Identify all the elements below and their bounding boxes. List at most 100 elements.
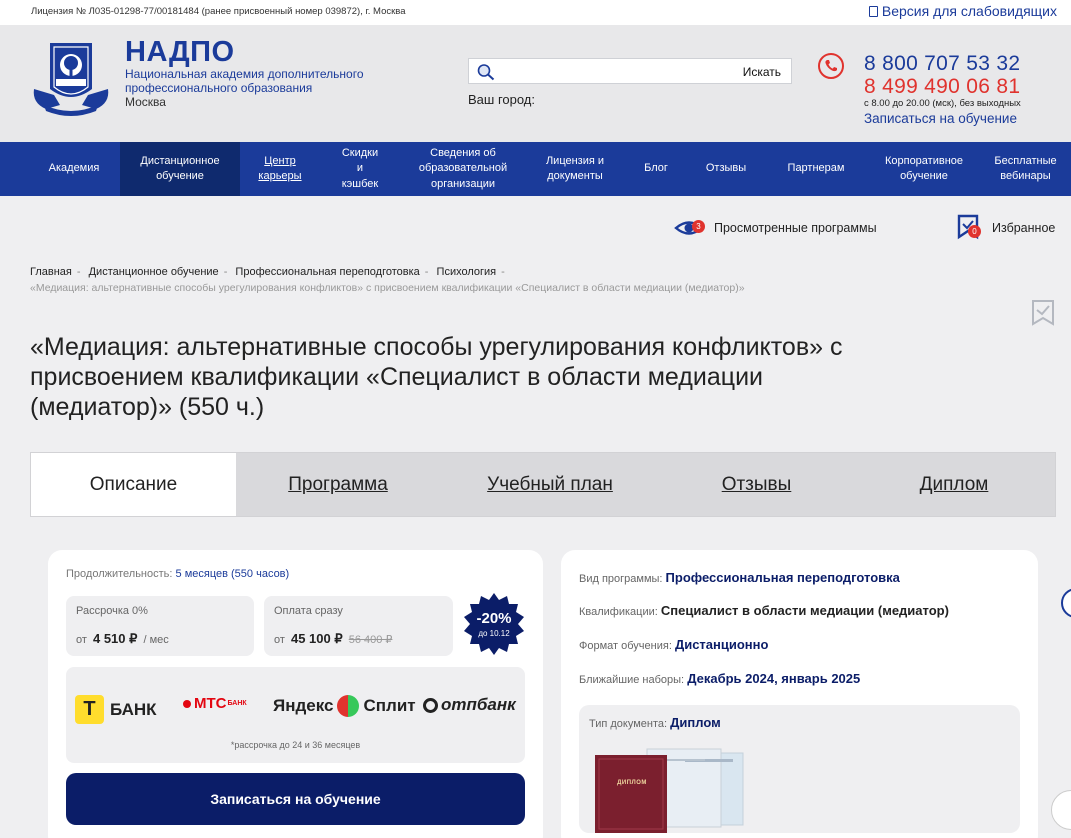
nav-item-blog[interactable]: Блог [624, 142, 688, 196]
duration-label: Продолжительность: [66, 568, 173, 580]
eye-icon: 3 [674, 217, 706, 239]
otp-bank-logo: отпбанк [423, 695, 516, 715]
installment-box[interactable]: Рассрочка 0% от 4 510 ₽ / мес [66, 596, 254, 656]
document-type: Тип документа: Диплом [589, 715, 721, 730]
phone-number-1[interactable]: 8 800 707 53 32 [864, 53, 1021, 75]
installment-prefix: от [76, 634, 87, 646]
floating-widget-button[interactable] [1061, 588, 1071, 618]
nav-item-webinars[interactable]: Бесплатные вебинары [980, 142, 1071, 196]
program-type-label: Вид программы: [579, 573, 663, 585]
brand-block[interactable]: НАДПО Национальная академия дополнительн… [125, 37, 385, 110]
otp-label: отпбанк [441, 695, 516, 714]
breadcrumb-psychology[interactable]: Психология [437, 266, 497, 278]
qualification-value: Специалист в области медиации (медиатор) [660, 603, 949, 618]
full-amount: 45 100 ₽ [290, 631, 343, 646]
program-type-value: Профессиональная переподготовка [665, 570, 900, 585]
tbank-label: БАНК [110, 699, 157, 719]
contacts-block: 8 800 707 53 32 8 499 490 06 81 с 8.00 д… [864, 53, 1021, 128]
breadcrumb: Главная - Дистанционное обучение - Професс… [30, 266, 505, 278]
full-old-price: 56 400 ₽ [348, 634, 393, 646]
tab-diploma[interactable]: Диплом [853, 453, 1055, 516]
mts-label: МТС [194, 695, 227, 712]
document-box: Тип документа: Диплом ДИПЛОМ [579, 705, 1020, 833]
diploma-image[interactable]: ДИПЛОМ [595, 745, 755, 833]
discount-value: -20% [476, 610, 512, 627]
program-type-row: Вид программы: Профессиональная переподг… [579, 570, 900, 585]
search-button[interactable]: Искать [743, 65, 781, 79]
tab-description[interactable]: Описание [31, 453, 236, 516]
mts-bank-logo: МТС БАНК [183, 695, 247, 712]
nav-item-license[interactable]: Лицензия и документы [526, 142, 624, 196]
nav-item-org-info[interactable]: Сведения об образовательной организации [400, 142, 526, 196]
qualification-label: Квалификации: [579, 606, 658, 618]
enroll-button[interactable]: Записаться на обучение [66, 773, 525, 825]
installment-amount: 4 510 ₽ [92, 631, 138, 646]
nav-item-distance-learning[interactable]: Дистанционное обучение [120, 142, 240, 196]
start-dates-label: Ближайшие наборы: [579, 674, 685, 686]
breadcrumb-home[interactable]: Главная [30, 266, 72, 278]
main-nav: Академия Дистанционное обучение Центр ка… [0, 142, 1071, 196]
start-dates-value: Декабрь 2024, январь 2025 [687, 671, 861, 686]
discount-until: до 10.12 [478, 629, 510, 638]
installment-title: Рассрочка 0% [76, 605, 148, 617]
yandex-label: Яндекс [273, 696, 334, 715]
program-info-card: Вид программы: Профессиональная переподг… [561, 550, 1038, 838]
otp-icon [423, 697, 438, 713]
nav-item-reviews[interactable]: Отзывы [688, 142, 764, 196]
yandex-split-logo: Яндекс Сплит [273, 695, 416, 717]
tab-program[interactable]: Программа [236, 453, 440, 516]
site-header: НАДПО Национальная академия дополнительн… [0, 25, 1071, 142]
viewed-count-badge: 3 [692, 220, 705, 233]
viewed-programs-link[interactable]: 3 Просмотренные программы [674, 217, 877, 239]
split-icon [337, 695, 360, 717]
full-payment-price: от 45 100 ₽ 56 400 ₽ [274, 631, 443, 647]
diploma-illustration [595, 748, 744, 833]
installment-price: от 4 510 ₽ / мес [76, 631, 244, 647]
top-bar: Лицензия № Л035-01298-77/00181484 (ранее… [0, 0, 1071, 25]
diploma-cover-text: ДИПЛОМ [617, 780, 647, 786]
page-title: «Медиация: альтернативные способы урегул… [30, 333, 843, 421]
brand-subtitle: Национальная академия дополнительного пр… [125, 67, 364, 95]
full-payment-title: Оплата сразу [274, 605, 343, 617]
viewed-label: Просмотренные программы [714, 221, 877, 235]
academy-logo-icon[interactable] [30, 39, 112, 121]
format-label: Формат обучения: [579, 640, 672, 652]
breadcrumb-retraining[interactable]: Профессиональная переподготовка [235, 266, 419, 278]
phone-icon [818, 53, 844, 79]
nav-item-partners[interactable]: Партнерам [764, 142, 868, 196]
working-hours: с 8.00 до 20.00 (мск), без выходных [864, 98, 1021, 109]
favorites-count-badge: 0 [968, 225, 981, 238]
breadcrumb-distance[interactable]: Дистанционное обучение [89, 266, 219, 278]
full-payment-box[interactable]: Оплата сразу от 45 100 ₽ 56 400 ₽ [264, 596, 453, 656]
course-tabs: Описание Программа Учебный план Отзывы Д… [30, 452, 1056, 517]
bank-partners: Т БАНК МТС БАНК Яндекс Сплит отпбанк *ра… [66, 667, 525, 763]
brand-name: НАДПО [125, 36, 235, 68]
low-vision-link[interactable]: Версия для слабовидящих [868, 3, 1057, 19]
nav-item-career-center[interactable]: Центр карьеры [240, 142, 320, 196]
search-input[interactable]: Искать [468, 58, 792, 84]
mts-bank-suffix: БАНК [227, 700, 247, 707]
nav-item-corporate[interactable]: Корпоративное обучение [868, 142, 980, 196]
duration-value: 5 месяцев (550 часов) [175, 568, 290, 580]
start-dates-row: Ближайшие наборы: Декабрь 2024, январь 2… [579, 671, 860, 686]
tbank-logo: Т БАНК [75, 695, 157, 724]
city-selector[interactable]: Ваш город: [468, 92, 535, 107]
favorites-label: Избранное [992, 221, 1056, 235]
mts-dot-icon [183, 699, 191, 708]
tab-reviews[interactable]: Отзывы [660, 453, 853, 516]
accessibility-icon [868, 6, 878, 17]
nav-item-academy[interactable]: Академия [28, 142, 120, 196]
format-value: Дистанционно [674, 637, 769, 652]
discount-badge: -20% до 10.12 [462, 592, 526, 656]
bookmark-icon[interactable] [1031, 299, 1055, 327]
favorites-icon: 0 [957, 214, 983, 242]
header-enroll-link[interactable]: Записаться на обучение [864, 110, 1021, 128]
document-type-label: Тип документа: [589, 718, 668, 730]
format-row: Формат обучения: Дистанционно [579, 637, 768, 652]
floating-chat-button[interactable] [1051, 790, 1071, 830]
nav-item-discounts[interactable]: Скидки и кэшбек [320, 142, 400, 196]
tab-curriculum[interactable]: Учебный план [440, 453, 660, 516]
favorites-link[interactable]: 0 Избранное [957, 214, 1055, 242]
phone-number-2[interactable]: 8 499 490 06 81 [864, 75, 1021, 98]
breadcrumb-current: «Медиация: альтернативные способы урегул… [30, 282, 745, 294]
